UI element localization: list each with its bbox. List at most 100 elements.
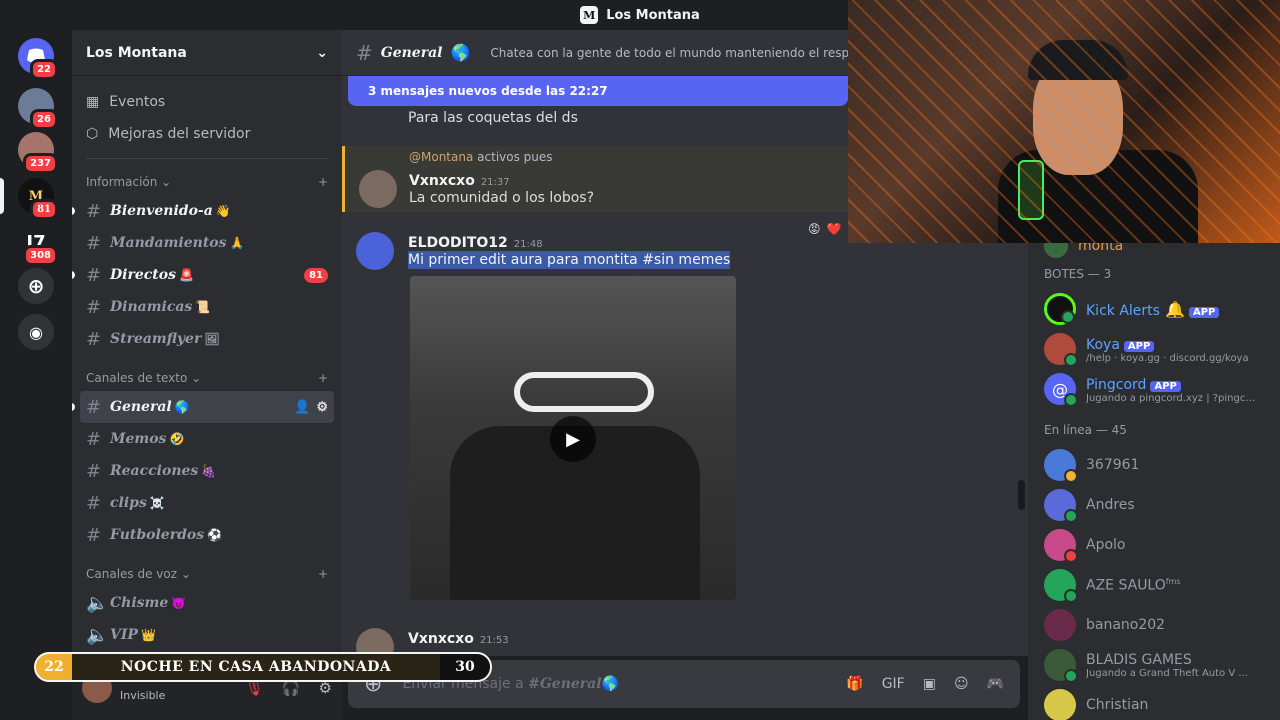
channel-general[interactable]: # General 🌎 👤 ⚙ <box>72 391 334 423</box>
online-section-header: En línea — 45 <box>1044 423 1127 437</box>
message-author[interactable]: Vxnxcxo <box>408 631 474 647</box>
category-label: Canales de voz <box>86 567 178 581</box>
new-messages-bar[interactable]: 3 mensajes nuevos desde las 22:27 <box>348 76 848 106</box>
add-server-button[interactable]: ⊕ <box>18 268 54 304</box>
online-status-icon <box>1064 589 1078 603</box>
hash-icon: # <box>86 396 102 418</box>
member-name: AZE SAULOfms <box>1086 577 1181 594</box>
channel-mandamientos[interactable]: # Mandamientos 🙏 <box>80 227 334 259</box>
message-author[interactable]: Vxnxcxo <box>409 173 475 189</box>
member-name: Andres <box>1086 497 1135 513</box>
mention-badge: 22 <box>30 59 58 80</box>
avatar[interactable] <box>359 170 397 208</box>
play-icon: ▶ <box>566 428 580 450</box>
add-channel-icon[interactable]: + <box>318 567 328 581</box>
channel-memos[interactable]: # Memos 🤣 <box>80 423 334 455</box>
member-item[interactable]: Christian <box>1044 685 1264 720</box>
server-1-button[interactable]: 26 <box>18 88 58 130</box>
compass-icon: ◉ <box>29 322 43 342</box>
channel-label: General <box>110 399 172 415</box>
voice-channel-vip[interactable]: 🔈 VIP 👑 <box>80 619 334 651</box>
hash-icon: # <box>86 232 102 254</box>
webcam-overlay <box>848 0 1280 243</box>
channel-bienvenido[interactable]: # Bienvenido-a 👋 <box>72 195 334 227</box>
channel-label: Streamflyer <box>110 331 202 347</box>
speaker-icon: 🔈 <box>86 624 109 646</box>
channel-emoji: 🤣 <box>169 432 185 446</box>
member-item[interactable]: Kick Alerts 🔔 APP <box>1044 289 1264 329</box>
channel-streamflyer[interactable]: # Streamflyer 🖼 <box>80 323 334 355</box>
video-attachment[interactable]: ▶ <box>410 276 736 600</box>
boost-icon: ⬡ <box>86 126 99 142</box>
voice-channel-chisme[interactable]: 🔈 Chisme 😈 <box>80 587 334 619</box>
discover-button[interactable]: ◉ <box>18 314 54 350</box>
add-channel-icon[interactable]: + <box>318 371 328 385</box>
placeholder-emoji: 🌎 <box>601 676 619 692</box>
channel-dinamicas[interactable]: # Dinamicas 📜 <box>80 291 334 323</box>
chevron-down-icon: ⌄ <box>316 44 328 61</box>
server-rail: 22 26 237 M 81 J7 308 ⊕ ◉ <box>0 30 72 720</box>
category-texto[interactable]: Canales de texto ⌄ + <box>72 365 342 391</box>
member-item[interactable]: 367961 <box>1044 445 1264 485</box>
channel-clips[interactable]: # clips ☠️ <box>80 487 334 519</box>
dnd-status-icon <box>1064 549 1078 563</box>
server-j7-button[interactable]: J7 308 <box>18 224 58 266</box>
gear-icon[interactable]: ⚙ <box>316 400 328 415</box>
message-timestamp: 21:53 <box>479 635 509 646</box>
mention-badge: 26 <box>30 109 58 130</box>
play-button[interactable]: ▶ <box>550 416 596 462</box>
member-item[interactable]: Apolo <box>1044 525 1264 565</box>
reply-mention[interactable]: @Montana <box>409 150 473 164</box>
category-voz[interactable]: Canales de voz ⌄ + <box>72 561 342 587</box>
angry-reaction-icon[interactable]: 😡 <box>808 222 821 236</box>
channel-label: VIP <box>110 627 138 643</box>
selected-server-indicator <box>0 178 4 214</box>
member-item[interactable]: AZE SAULOfms <box>1044 565 1264 605</box>
add-channel-icon[interactable]: + <box>318 175 328 189</box>
member-item[interactable]: @ Pingcord APP Jugando a pingcord.xyz | ?p… <box>1044 369 1264 409</box>
emoji-icon[interactable]: ☺ <box>954 676 969 692</box>
hash-icon: # <box>86 492 102 514</box>
channel-reacciones[interactable]: # Reacciones 🍇 <box>80 455 334 487</box>
channel-label: Bienvenido-a <box>110 203 213 219</box>
channel-header: # General 🌎 Chatea con la gente de todo … <box>342 30 872 76</box>
member-name: monta <box>1078 243 1124 254</box>
server-name: Los Montana <box>86 44 187 61</box>
unread-indicator <box>72 271 75 279</box>
heart-reaction-icon[interactable]: ❤️ <box>827 222 842 236</box>
member-name: Apolo <box>1086 537 1126 553</box>
member-item[interactable]: Koya APP/help · koya.gg · discord.gg/koya <box>1044 329 1264 369</box>
member-item[interactable]: banano202 <box>1044 605 1264 645</box>
member-name: Christian <box>1086 697 1149 713</box>
channel-label: Chisme <box>110 595 169 611</box>
member-item[interactable]: monta <box>1044 243 1264 258</box>
sticker-icon[interactable]: ▣ <box>923 676 936 692</box>
channel-label: Reacciones <box>110 463 199 479</box>
category-informacion[interactable]: Información ⌄ + <box>72 169 342 195</box>
server-header[interactable]: Los Montana ⌄ <box>72 30 342 76</box>
channel-directos[interactable]: # Directos 🚨 81 <box>72 259 334 291</box>
channel-emoji: 🌎 <box>174 400 190 414</box>
member-item[interactable]: BLADIS GAMES Jugando a Grand Theft Auto V… <box>1044 645 1264 685</box>
channel-futbolerdos[interactable]: # Futbolerdos ⚽ <box>80 519 334 551</box>
invite-icon[interactable]: 👤 <box>294 400 310 415</box>
server-2-button[interactable]: 237 <box>18 132 58 174</box>
member-item[interactable]: Andres <box>1044 485 1264 525</box>
boost-link[interactable]: ⬡ Mejoras del servidor <box>72 118 342 150</box>
message-author[interactable]: ELDODITO12 <box>408 235 508 251</box>
discord-home-button[interactable]: 22 <box>18 38 58 80</box>
member-name: 367961 <box>1086 457 1140 473</box>
events-link[interactable]: ▦ Eventos <box>72 86 342 118</box>
scrollbar[interactable] <box>1018 480 1025 510</box>
server-los-montana-button[interactable]: M 81 <box>18 178 58 220</box>
channel-topic[interactable]: Chatea con la gente de todo el mundo man… <box>490 46 872 60</box>
hash-icon: # <box>86 296 102 318</box>
stream-banner: 22 NOCHE EN CASA ABANDONADA 30 <box>34 652 492 682</box>
reply-preview[interactable]: @Montana activos pues <box>409 150 553 164</box>
activities-icon[interactable]: 🎮 <box>987 676 1004 692</box>
gif-icon[interactable]: GIF <box>882 676 905 692</box>
avatar[interactable] <box>356 232 394 270</box>
channel-label: Directos <box>110 267 176 283</box>
gift-icon[interactable]: 🎁 <box>846 676 863 692</box>
online-status-icon <box>1061 310 1075 324</box>
